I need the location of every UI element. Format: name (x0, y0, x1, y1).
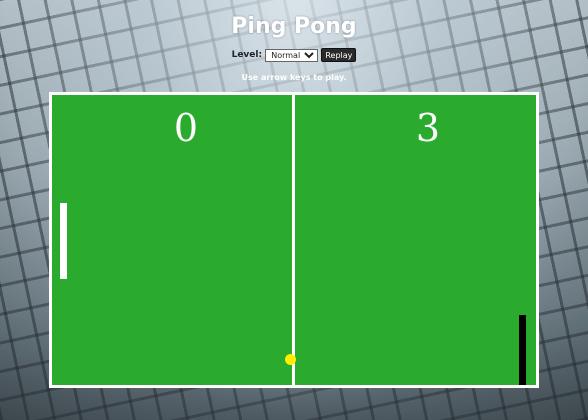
replay-button[interactable]: Replay (321, 48, 357, 62)
right-score: 3 (415, 106, 441, 150)
right-paddle (519, 315, 526, 385)
left-score: 0 (173, 106, 199, 150)
level-label: Level: (231, 50, 263, 60)
left-paddle (60, 203, 67, 279)
level-controls: Level: Normal Replay (0, 48, 588, 62)
play-hint: Use arrow keys to play. (241, 73, 347, 82)
center-line (292, 95, 295, 385)
game-title: Ping Pong (231, 14, 357, 39)
game-court[interactable]: 0 3 (49, 92, 539, 388)
level-select[interactable]: Normal (265, 48, 319, 62)
ball (285, 354, 296, 365)
